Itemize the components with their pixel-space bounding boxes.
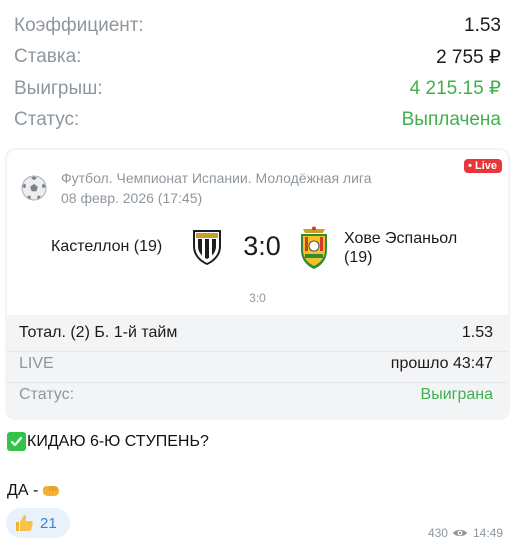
match-header: Футбол. Чемпионат Испании. Молодёжная ли…	[7, 150, 508, 315]
summary-value: Выплачена	[401, 109, 501, 131]
view-count: 430	[427, 526, 448, 540]
summary-value: 4 215.15 ₽	[409, 78, 501, 100]
bet-status-value: Выиграна	[420, 386, 493, 403]
summary-label: Статус:	[14, 109, 80, 131]
message-answer: ДА -	[7, 482, 39, 499]
bet-summary: Коэффициент: 1.53 Ставка: 2 755 ₽ Выигры…	[14, 10, 501, 136]
match-date: 08 февр. 2026 (17:45)	[61, 190, 203, 206]
away-team-crest-icon	[301, 226, 327, 269]
home-team-name: Кастеллон (19)	[51, 238, 163, 255]
home-team-crest-icon	[193, 230, 221, 265]
message-time: 14:49	[472, 526, 503, 540]
live-badge: • Live	[464, 159, 502, 173]
summary-label: Ставка:	[14, 46, 82, 68]
eye-icon	[452, 530, 467, 536]
league-name: Футбол. Чемпионат Испании. Молодёжная ли…	[61, 170, 372, 186]
summary-row-winnings: Выигрыш: 4 215.15 ₽	[14, 73, 501, 105]
message-text-line: ДА -	[7, 482, 60, 500]
message-bubble: Коэффициент: 1.53 Ставка: 2 755 ₽ Выигры…	[0, 0, 513, 546]
summary-row-stake: Ставка: 2 755 ₽	[14, 42, 501, 74]
bet-market-name: Тотал. (2) Б. 1-й тайм	[19, 324, 178, 341]
away-team-name: Хове Эспаньол (19)	[344, 230, 458, 266]
divider	[7, 351, 508, 352]
summary-label: Выигрыш:	[14, 77, 103, 99]
summary-row-status: Статус: Выплачена	[14, 105, 501, 137]
reaction-count: 21	[40, 514, 57, 532]
message-question: КИДАЮ 6-Ю СТУПЕНЬ?	[27, 432, 209, 450]
match-score: 3:0	[243, 231, 281, 261]
bet-status-row: Статус: Выиграна	[19, 386, 493, 404]
live-row: LIVE прошло 43:47	[19, 355, 493, 373]
fist-bump-icon	[43, 486, 60, 496]
summary-label: Коэффициент:	[14, 14, 144, 36]
summary-value: 1.53	[464, 14, 501, 36]
bet-market-row: Тотал. (2) Б. 1-й тайм 1.53	[19, 324, 493, 342]
elapsed-time: прошло 43:47	[390, 355, 493, 372]
check-mark-icon	[7, 432, 26, 451]
summary-row-coefficient: Коэффициент: 1.53	[14, 10, 501, 42]
soccer-ball-icon	[21, 175, 47, 201]
bet-status-label: Статус:	[19, 386, 75, 403]
bet-odds: 1.53	[461, 324, 493, 341]
message-meta: 430 14:49	[428, 526, 503, 540]
live-label: LIVE	[19, 355, 54, 372]
thumbs-up-icon	[16, 515, 33, 531]
summary-value: 2 755 ₽	[436, 46, 501, 68]
match-card[interactable]: Футбол. Чемпионат Испании. Молодёжная ли…	[5, 148, 510, 420]
divider	[7, 382, 508, 383]
reaction-thumbs-up-button[interactable]: 21	[6, 508, 70, 538]
message-text-line: КИДАЮ 6-Ю СТУПЕНЬ?	[7, 432, 209, 451]
half-score: 3:0	[249, 291, 266, 305]
